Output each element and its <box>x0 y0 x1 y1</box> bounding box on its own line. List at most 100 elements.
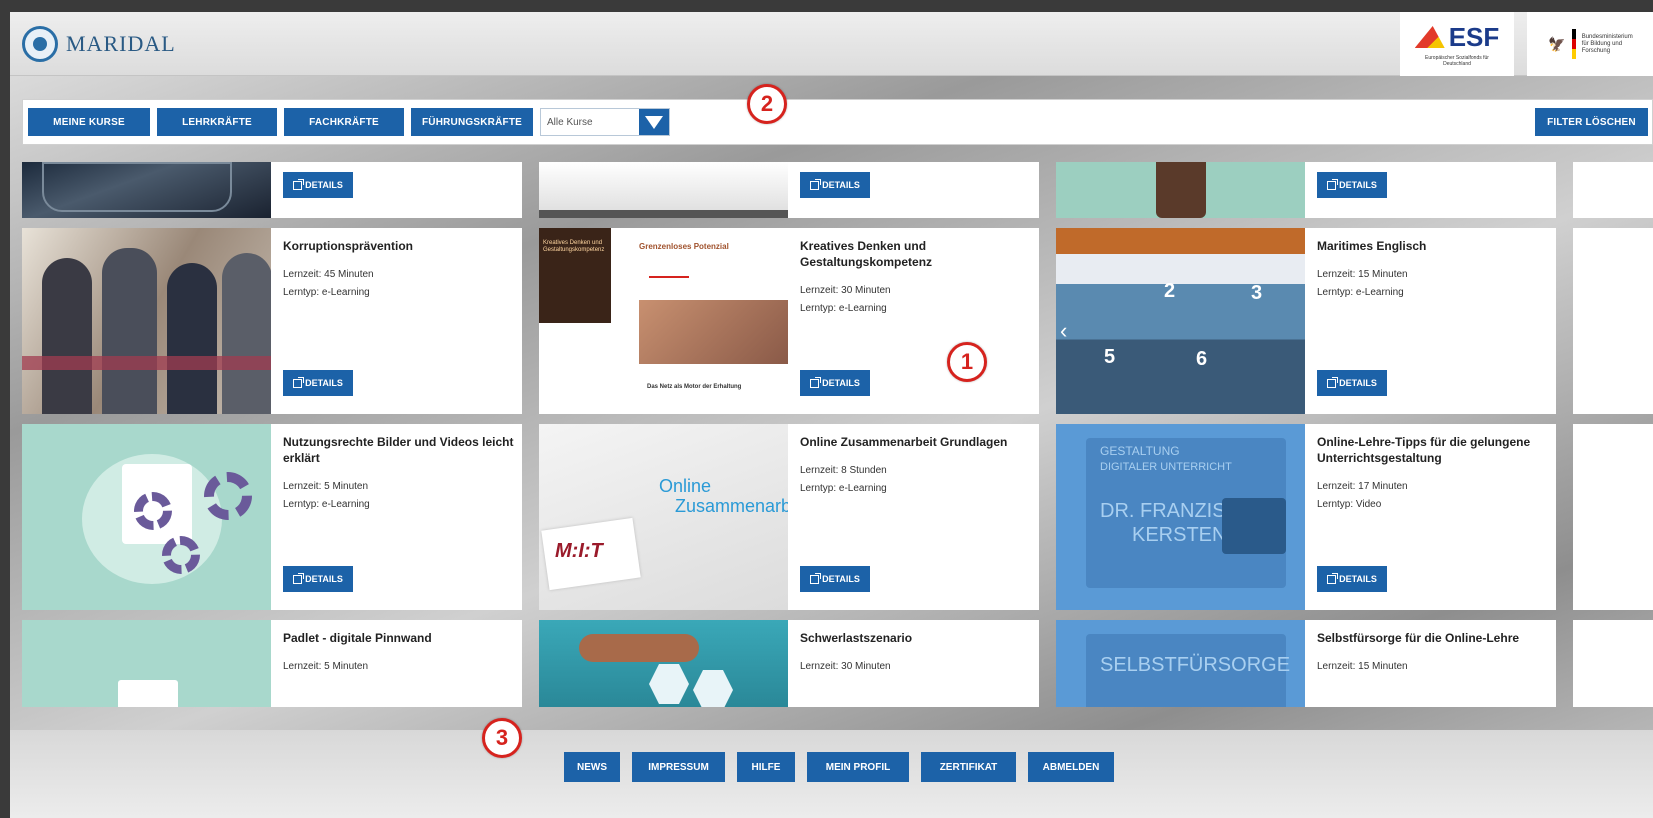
course-title: Nutzungsrechte Bilder und Videos leicht … <box>283 435 514 465</box>
external-link-icon <box>293 572 305 584</box>
callout-marker: 2 <box>747 84 787 124</box>
external-link-icon <box>293 376 305 388</box>
course-duration: Lernzeit: 5 Minuten <box>283 481 369 492</box>
external-link-icon <box>810 376 822 388</box>
course-thumbnail <box>22 620 271 707</box>
clear-filter-button[interactable]: FILTER LÖSCHEN <box>1535 108 1648 136</box>
harbor-marker: 3 <box>1251 282 1263 304</box>
course-type: Lerntyp: e-Learning <box>1317 287 1404 298</box>
course-type: Lerntyp: e-Learning <box>283 499 370 510</box>
course-thumbnail <box>1056 162 1305 218</box>
course-card: Schwerlastszenario Lernzeit: 30 Minuten <box>539 620 1039 707</box>
course-title: Schwerlastszenario <box>800 631 913 645</box>
news-button[interactable]: NEWS <box>564 752 620 782</box>
thumbnail-text: Zusammenarb <box>675 496 788 516</box>
course-duration: Lernzeit: 45 Minuten <box>283 269 374 280</box>
details-button[interactable]: DETAILS <box>283 566 353 592</box>
details-button[interactable]: DETAILS <box>1317 172 1387 198</box>
course-thumbnail: SELBSTFÜRSORGE <box>1056 620 1305 707</box>
header: MARIDAL ESF Europäischer Sozialfonds für… <box>10 12 1653 76</box>
course-card: DETAILS <box>539 162 1039 218</box>
harbor-marker: 6 <box>1196 348 1208 370</box>
course-card <box>1573 162 1653 218</box>
course-title: Online-Lehre-Tipps für die gelungene Unt… <box>1317 435 1531 465</box>
details-button[interactable]: DETAILS <box>800 172 870 198</box>
course-card: Online Zusammenarb M:I:T Online Zusammen… <box>539 424 1039 610</box>
details-button[interactable]: DETAILS <box>1317 370 1387 396</box>
callout-marker: 3 <box>482 718 522 758</box>
details-button[interactable]: DETAILS <box>283 172 353 198</box>
course-thumbnail: Kreatives Denken und Gestaltungskompeten… <box>539 228 788 414</box>
course-duration: Lernzeit: 8 Stunden <box>800 465 887 476</box>
chevron-left-icon[interactable]: ‹ <box>1060 318 1067 344</box>
course-card: SELBSTFÜRSORGE Selbstfürsorge für die On… <box>1056 620 1556 707</box>
course-grid: DETAILS DETAILS DETAILS Korruptionspräve… <box>22 162 1653 707</box>
details-button[interactable]: DETAILS <box>283 370 353 396</box>
filter-professionals-button[interactable]: FACHKRÄFTE <box>284 108 404 136</box>
course-card: DETAILS <box>1056 162 1556 218</box>
help-button[interactable]: HILFE <box>737 752 795 782</box>
filter-teachers-button[interactable]: LEHRKRÄFTE <box>157 108 277 136</box>
chevron-down-icon[interactable] <box>639 109 669 135</box>
course-thumbnail <box>539 620 788 707</box>
course-type: Lerntyp: Video <box>1317 499 1382 510</box>
course-select-value: Alle Kurse <box>547 116 593 128</box>
video-title-line: DIGITALER UNTERRICHT <box>1100 461 1232 473</box>
bmbf-text: Bundesministerium für Bildung und Forsch… <box>1581 33 1633 54</box>
course-duration: Lernzeit: 30 Minuten <box>800 661 891 672</box>
impressum-button[interactable]: IMPRESSUM <box>632 752 725 782</box>
gear-icon <box>162 536 200 574</box>
details-button[interactable]: DETAILS <box>800 566 870 592</box>
callout-marker: 1 <box>947 342 987 382</box>
external-link-icon <box>1327 572 1339 584</box>
course-thumbnail: 2 3 5 6 ‹ <box>1056 228 1305 414</box>
gear-icon <box>204 472 252 520</box>
course-card <box>1573 620 1653 707</box>
esf-flag-icon <box>1414 26 1445 48</box>
course-thumbnail: GESTALTUNG DIGITALER UNTERRICHT DR. FRAN… <box>1056 424 1305 610</box>
course-card: GESTALTUNG DIGITALER UNTERRICHT DR. FRAN… <box>1056 424 1556 610</box>
course-type: Lerntyp: e-Learning <box>800 483 887 494</box>
app-frame: MARIDAL ESF Europäischer Sozialfonds für… <box>10 12 1653 818</box>
my-profile-button[interactable]: MEIN PROFIL <box>807 752 909 782</box>
details-button[interactable]: DETAILS <box>800 370 870 396</box>
course-title: Selbstfürsorge für die Online-Lehre <box>1317 631 1520 645</box>
course-type: Lerntyp: e-Learning <box>800 303 887 314</box>
gear-icon <box>134 492 172 530</box>
thumbnail-footer: Das Netz als Motor der Erhaltung <box>647 384 742 390</box>
esf-logo: ESF Europäischer Sozialfonds für Deutsch… <box>1400 12 1514 76</box>
maridal-logo-icon <box>22 26 58 62</box>
thumbnail-text: Online <box>659 476 712 496</box>
details-button[interactable]: DETAILS <box>1317 566 1387 592</box>
course-thumbnail <box>22 424 271 610</box>
harbor-marker: 5 <box>1104 346 1116 368</box>
thumbnail-text: SELBSTFÜRSORGE <box>1100 654 1291 676</box>
logout-button[interactable]: ABMELDEN <box>1028 752 1114 782</box>
video-title-line: GESTALTUNG <box>1100 444 1180 458</box>
certificate-button[interactable]: ZERTIFIKAT <box>921 752 1016 782</box>
external-link-icon <box>810 178 822 190</box>
course-title: Maritimes Englisch <box>1317 239 1427 253</box>
course-card: Kreatives Denken und Gestaltungskompeten… <box>539 228 1039 414</box>
esf-subtitle: Europäischer Sozialfonds für Deutschland <box>1425 54 1489 67</box>
harbor-marker: 2 <box>1164 280 1176 302</box>
filter-my-courses-button[interactable]: MEINE KURSE <box>28 108 150 136</box>
thumbnail-heading: Grenzenloses Potenzial <box>639 242 729 251</box>
course-duration: Lernzeit: 17 Minuten <box>1317 481 1408 492</box>
course-thumbnail <box>539 162 788 218</box>
course-card: Nutzungsrechte Bilder und Videos leicht … <box>22 424 522 610</box>
course-duration: Lernzeit: 5 Minuten <box>283 661 369 672</box>
mit-logo: M:I:T <box>555 540 603 562</box>
esf-logo-text: ESF <box>1448 21 1500 52</box>
filter-managers-button[interactable]: FÜHRUNGSKRÄFTE <box>411 108 533 136</box>
course-select[interactable]: Alle Kurse <box>540 108 670 136</box>
course-card: DETAILS <box>22 162 522 218</box>
course-thumbnail <box>22 228 271 414</box>
course-duration: Lernzeit: 15 Minuten <box>1317 661 1408 672</box>
course-thumbnail: Online Zusammenarb M:I:T <box>539 424 788 610</box>
course-type: Lerntyp: e-Learning <box>283 287 370 298</box>
course-title: Korruptionsprävention <box>283 239 414 253</box>
brand[interactable]: MARIDAL <box>22 26 176 62</box>
course-card <box>1573 228 1653 414</box>
course-card: 2 3 5 6 ‹ Maritimes Englisch Lernzeit: 1… <box>1056 228 1556 414</box>
